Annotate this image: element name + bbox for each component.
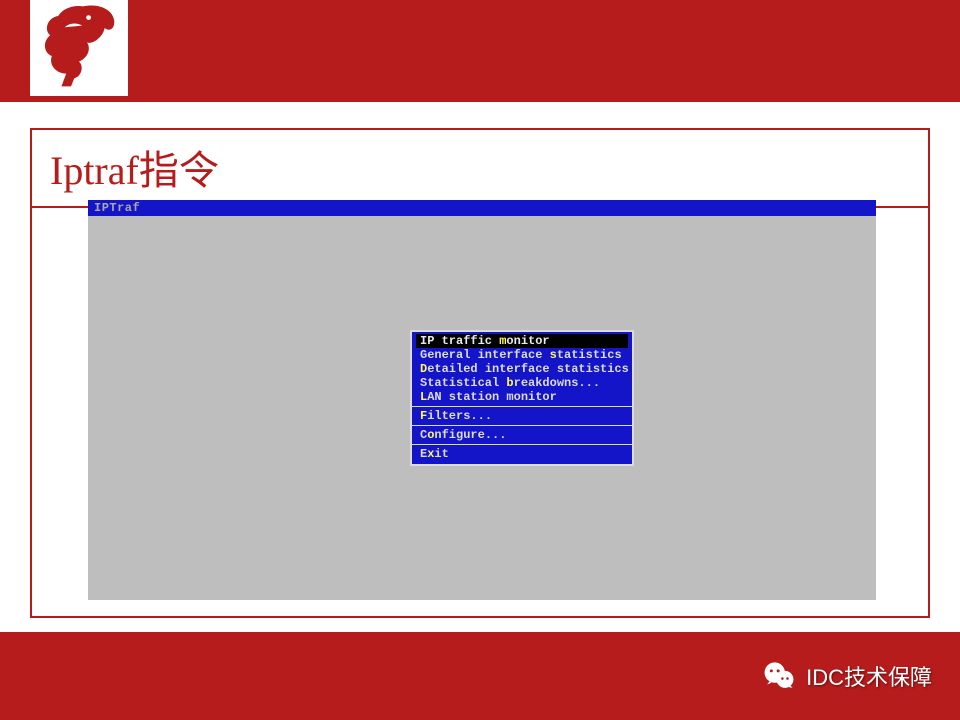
menu-item-text: tatistics — [557, 348, 622, 362]
menu-item-detailed-interface-statistics[interactable]: Detailed interface statistics — [416, 362, 628, 376]
menu-separator — [412, 406, 632, 407]
logo — [30, 0, 128, 96]
menu-item-exit[interactable]: Exit — [416, 447, 628, 461]
slide-frame: Iptraf指令 IPTraf IP traffic monitor Gener… — [30, 128, 930, 618]
menu-item-text: onitor — [506, 334, 549, 348]
menu-item-text: AN station monitor — [427, 390, 557, 404]
slide-title: Iptraf指令 — [32, 130, 928, 206]
menu-item-configure[interactable]: Configure... — [416, 428, 628, 442]
menu-item-text: IP traffic — [420, 334, 499, 348]
menu-item-statistical-breakdowns[interactable]: Statistical breakdowns... — [416, 376, 628, 390]
wechat-icon — [762, 659, 796, 693]
iptraf-main-menu[interactable]: IP traffic monitor General interface sta… — [410, 330, 634, 466]
menu-item-text: it — [434, 447, 448, 461]
menu-hotkey: s — [550, 348, 557, 362]
terminal-title-bar: IPTraf — [88, 200, 876, 216]
menu-item-text: etailed interface statistics — [427, 362, 629, 376]
menu-hotkey: b — [506, 376, 513, 390]
menu-separator — [412, 444, 632, 445]
menu-item-text: ilters... — [427, 409, 492, 423]
menu-item-lan-station-monitor[interactable]: LAN station monitor — [416, 390, 628, 404]
terminal-window[interactable]: IPTraf IP traffic monitor General interf… — [88, 200, 876, 600]
menu-item-text: General interface — [420, 348, 550, 362]
terminal-app-name: IPTraf — [94, 202, 140, 214]
menu-item-ip-traffic-monitor[interactable]: IP traffic monitor — [416, 334, 628, 348]
menu-item-text: nfigure... — [434, 428, 506, 442]
footer-band: IDC技术保障 — [0, 632, 960, 720]
menu-item-general-interface-statistics[interactable]: General interface statistics — [416, 348, 628, 362]
menu-item-text: Statistical — [420, 376, 506, 390]
dog-logo-icon — [39, 0, 119, 88]
footer-label: IDC技术保障 — [806, 660, 932, 692]
menu-item-filters[interactable]: Filters... — [416, 409, 628, 423]
menu-item-text: reakdowns... — [514, 376, 600, 390]
header-band — [0, 0, 960, 102]
menu-separator — [412, 425, 632, 426]
